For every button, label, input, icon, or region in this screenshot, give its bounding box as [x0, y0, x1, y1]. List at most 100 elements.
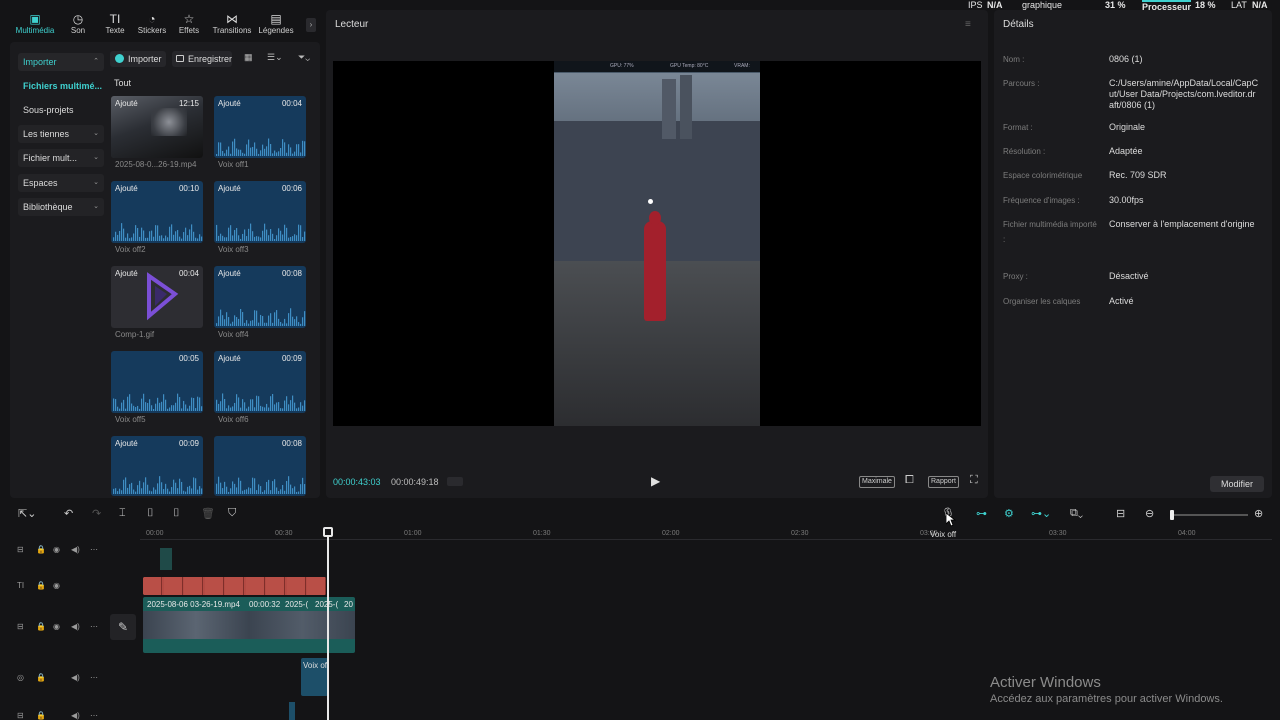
eye-icon[interactable]: ◉ — [53, 581, 60, 590]
text-clip[interactable] — [163, 577, 183, 595]
media-item[interactable]: 00:08 — [214, 436, 306, 496]
marker-icon[interactable]: ⛉ — [228, 507, 236, 520]
sidebar-item-fichier-mult[interactable]: Fichier mult... ⌄ — [18, 149, 104, 167]
snap-icon[interactable]: ⚙ — [1004, 507, 1014, 520]
playhead[interactable] — [327, 527, 329, 720]
sidebar-item-bibliotheque[interactable]: Bibliothèque ⌄ — [18, 198, 104, 216]
tab-transitions[interactable]: ⋈ Transitions — [212, 12, 252, 35]
text-clip[interactable] — [204, 577, 224, 595]
tab-multimedia[interactable]: ▣ Multimédia — [15, 12, 55, 35]
zoom-slider[interactable] — [1170, 510, 1248, 520]
filter-icon[interactable]: ⏷⌄ — [298, 52, 310, 63]
lock-icon[interactable]: 🔒 — [36, 622, 46, 631]
ruler-tick: 01:30 — [533, 530, 551, 537]
select-tool-icon[interactable]: ⇱⌄ — [18, 507, 36, 520]
detail-value: Originale — [1109, 122, 1146, 132]
timecode-toggle[interactable] — [447, 477, 463, 486]
sort-icon[interactable]: ☰⌄ — [267, 52, 283, 63]
text-clip[interactable] — [266, 577, 285, 595]
play-button[interactable]: ▶ — [651, 474, 660, 488]
text-clip[interactable] — [307, 577, 326, 595]
audio-toggle-icon[interactable]: ◀) — [71, 711, 80, 720]
lock-icon[interactable]: 🔒 — [36, 545, 46, 554]
sidebar-item-espaces[interactable]: Espaces ⌄ — [18, 174, 104, 192]
media-item[interactable]: Ajouté 00:04 — [214, 96, 306, 158]
tab-texte[interactable]: TI Texte — [95, 12, 135, 35]
text-clip[interactable] — [245, 577, 265, 595]
sidebar-item-sous-projets[interactable]: Sous-projets — [18, 101, 104, 119]
zoom-out-icon[interactable]: ⊖ — [1145, 507, 1154, 520]
clip-label: 2025-08-06 03-26-19.mp4 — [147, 600, 240, 609]
toolbar-next-button[interactable]: › — [306, 18, 316, 32]
sidebar-item-fichiers[interactable]: Fichiers multimé... — [18, 77, 104, 95]
link-icon[interactable]: ⊶ — [976, 507, 987, 520]
tab-legendes[interactable]: ▤ Légendes — [256, 12, 296, 35]
media-item[interactable]: Ajouté 00:09 — [111, 436, 203, 496]
audio-toggle-icon[interactable]: ◀) — [71, 622, 80, 631]
ratio-button[interactable]: Rapport — [928, 476, 959, 488]
sidebar-item-importer[interactable]: Importer ⌃ — [18, 53, 104, 71]
eye-icon[interactable]: ◉ — [53, 545, 60, 554]
record-button[interactable]: Enregistrer — [172, 51, 232, 67]
video-clip-group[interactable]: 2025-08-06 03-26-19.mp4 00:00:32 2025-( … — [143, 597, 355, 653]
preview-axis-icon[interactable]: ⊶⌄ — [1031, 507, 1051, 520]
text-clip[interactable] — [225, 577, 244, 595]
playhead-handle[interactable] — [323, 527, 333, 537]
tab-stickers[interactable]: ◔ Stickers — [132, 12, 172, 35]
media-item[interactable]: 00:05 — [111, 351, 203, 413]
ips-value: N/A — [987, 0, 1003, 10]
time-ruler[interactable]: 00:00 00:30 01:00 01:30 02:00 02:30 03:00 03:30… — [140, 528, 1272, 540]
tab-son[interactable]: ◷ Son — [58, 12, 98, 35]
text-clip[interactable] — [286, 577, 306, 595]
layout-icon[interactable]: ⧉⌄ — [1070, 507, 1083, 520]
media-item[interactable]: Ajouté 00:04 — [111, 266, 203, 328]
menu-icon[interactable]: ≡ — [965, 19, 971, 30]
media-item[interactable]: Ajouté 12:15 — [111, 96, 203, 158]
text-clip[interactable] — [184, 577, 203, 595]
eye-icon[interactable]: ◉ — [53, 622, 60, 631]
screenshot-icon[interactable]: ⧠ — [905, 474, 914, 487]
character-head — [649, 211, 661, 225]
split-left-icon[interactable]: ⌷ — [147, 507, 154, 520]
audio-toggle-icon[interactable]: ◀) — [71, 673, 80, 682]
ruler-tick: 00:00 — [146, 530, 164, 537]
zoom-in-icon[interactable]: ⊕ — [1254, 507, 1263, 520]
media-item[interactable]: Ajouté 00:06 — [214, 181, 306, 243]
more-icon[interactable]: ⋯ — [90, 673, 98, 682]
sticker-clip[interactable] — [160, 548, 172, 570]
caption-toggle-icon[interactable]: ⊟ — [1116, 507, 1125, 520]
tab-effets[interactable]: ☆ Effets — [169, 12, 209, 35]
more-icon[interactable]: ⋯ — [90, 711, 98, 720]
effects-icon: ☆ — [183, 12, 195, 26]
more-icon[interactable]: ⋯ — [90, 545, 98, 554]
media-item[interactable]: Ajouté 00:10 — [111, 181, 203, 243]
zoom-slider-handle[interactable] — [1170, 510, 1174, 520]
grid-view-icon[interactable]: ▦ — [244, 52, 253, 63]
audio-clip[interactable] — [289, 702, 295, 720]
undo-icon[interactable]: ↶ — [64, 507, 73, 520]
more-icon[interactable]: ⋯ — [90, 622, 98, 631]
fullscreen-icon[interactable]: ⛶ — [970, 474, 978, 487]
audio-clip[interactable]: Voix of — [301, 658, 328, 696]
import-button[interactable]: Importer — [110, 51, 166, 67]
modify-button[interactable]: Modifier — [1210, 476, 1264, 492]
detail-key: Fichier multimédia importé : — [1003, 220, 1097, 244]
lock-icon[interactable]: 🔒 — [36, 711, 46, 720]
media-item[interactable]: Ajouté 00:08 — [214, 266, 306, 328]
text-clip-group[interactable] — [143, 577, 326, 595]
split-icon[interactable]: ⌶ — [119, 507, 126, 520]
detail-value: Rec. 709 SDR — [1109, 170, 1167, 180]
fit-button[interactable]: Maximale — [859, 476, 895, 488]
split-right-icon[interactable]: ⌷ — [173, 507, 180, 520]
lock-icon[interactable]: 🔒 — [36, 673, 46, 682]
redo-icon[interactable]: ↷ — [92, 507, 101, 520]
lock-icon[interactable]: 🔒 — [36, 581, 46, 590]
cover-edit-button[interactable]: ✎ — [110, 614, 136, 640]
sidebar-item-les-tiennes[interactable]: Les tiennes ⌄ — [18, 125, 104, 143]
media-item[interactable]: Ajouté 00:09 — [214, 351, 306, 413]
gpu-label: graphique — [1022, 0, 1063, 10]
delete-icon[interactable]: 🗑 — [201, 507, 215, 520]
audio-toggle-icon[interactable]: ◀) — [71, 545, 80, 554]
media-name: Voix off6 — [218, 415, 249, 424]
text-clip[interactable] — [143, 577, 162, 595]
